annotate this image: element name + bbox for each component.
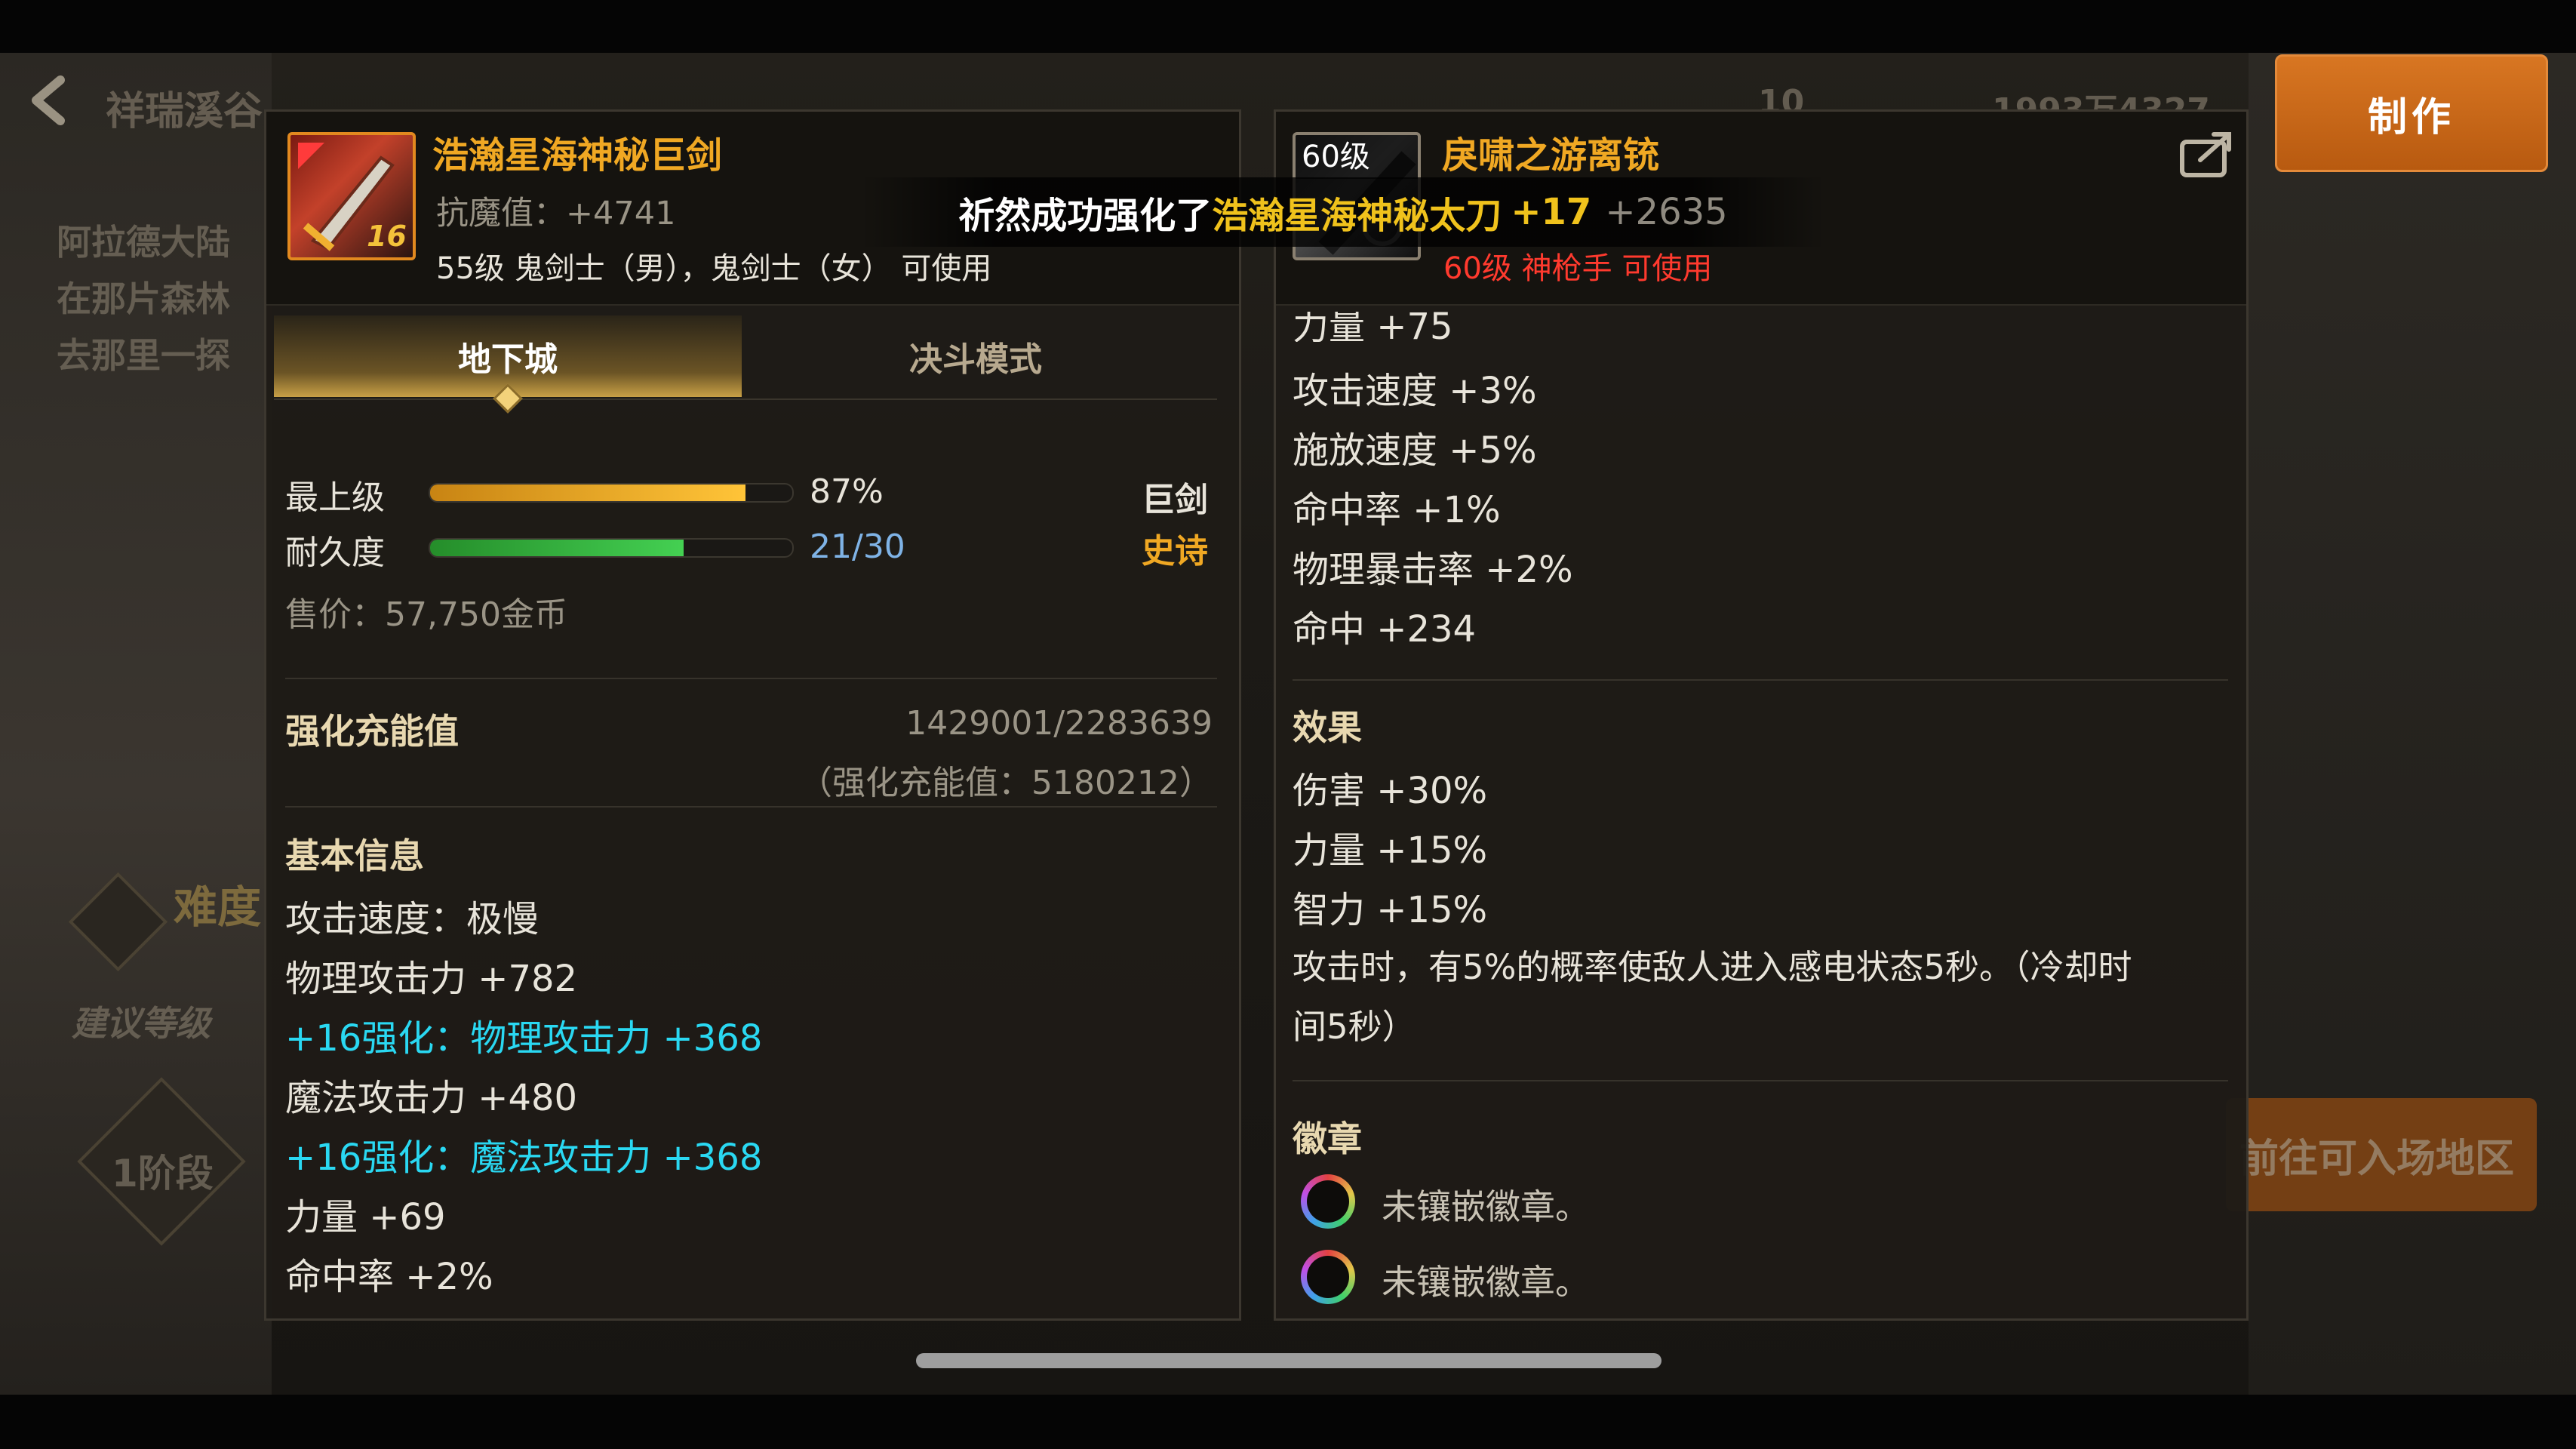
stat-line: 命中率 +2% [285, 1256, 493, 1298]
stat-line: 命中率 +1% [1293, 489, 1501, 531]
stat-line: 物理攻击力 +782 [285, 958, 578, 1000]
left-item-tooltip: 16 浩瀚星海神秘巨剑 抗魔值：+4741 55级 鬼剑士（男），鬼剑士（女） … [264, 109, 1241, 1321]
enhance-broadcast-toast: 祈然成功强化了 浩瀚星海神秘太刀 +17 +2635 [860, 177, 1826, 247]
emblem-slot-label: 未镶嵌徽章。 [1382, 1186, 1590, 1227]
back-arrow-icon[interactable] [23, 74, 75, 127]
make-button[interactable]: 制作 [2275, 54, 2548, 172]
toast-extra: +2635 [1605, 191, 1728, 233]
scene-description-line: 阿拉德大陆 [57, 222, 230, 263]
left-item-requirement: 55级 鬼剑士（男），鬼剑士（女） 可使用 [436, 251, 992, 286]
durability-label: 耐久度 [285, 534, 385, 572]
home-indicator[interactable] [916, 1353, 1661, 1368]
charge-label: 强化充能值 [285, 711, 459, 752]
right-item-name: 戾啸之游离铳 [1442, 134, 1660, 177]
tab-duel-mode[interactable]: 决斗模式 [742, 315, 1210, 397]
scene-description-line: 在那片森林 [57, 278, 230, 319]
durability-value: 21/30 [810, 528, 905, 566]
toast-prefix: 祈然成功强化了 [958, 195, 1213, 237]
charge-total: （强化充能值：5180212） [799, 764, 1213, 802]
rarity-label: 史诗 [1142, 532, 1208, 571]
grade-label: 最上级 [285, 478, 385, 517]
section-divider [285, 678, 1217, 679]
section-divider [285, 806, 1217, 808]
emblem-slot-label: 未镶嵌徽章。 [1382, 1262, 1590, 1303]
right-item-requirement: 60级 神枪手 可使用 [1443, 251, 1713, 286]
grade-progress-fill [430, 485, 745, 501]
anti-magic-value: 抗魔值：+4741 [436, 195, 676, 232]
mode-tabs: 地下城 决斗模式 [274, 315, 1217, 414]
durability-progress-bar [429, 538, 794, 558]
bottom-letterbox [0, 1395, 2576, 1449]
stat-line: 物理暴击率 +2% [1293, 549, 1573, 591]
toast-item-name: 浩瀚星海神秘太刀 [1212, 195, 1502, 237]
recommended-level-label: 建议等级 [72, 1003, 211, 1044]
basic-info-title: 基本信息 [285, 835, 424, 876]
grade-value: 87% [810, 472, 884, 511]
emblem-title: 徽章 [1293, 1118, 1362, 1159]
greatsword-item-icon: 16 [287, 132, 416, 260]
effect-description: 攻击时，有5%的概率使敌人进入感电状态5秒。（冷却时 [1293, 947, 2132, 987]
share-icon[interactable] [2178, 128, 2238, 181]
effect-line: 智力 +15% [1293, 889, 1488, 931]
grade-progress-bar [429, 483, 794, 503]
enhance-stat-line: +16强化：物理攻击力 +368 [285, 1017, 763, 1060]
top-letterbox [0, 0, 2576, 53]
durability-progress-fill [430, 540, 684, 556]
stat-line: 力量 +69 [285, 1196, 446, 1238]
travel-button[interactable]: 前往可入场地区 [2226, 1098, 2537, 1211]
stat-line: 魔法攻击力 +480 [285, 1077, 578, 1119]
enhance-stat-line: +16强化：魔法攻击力 +368 [285, 1137, 763, 1179]
stat-line: 命中 +234 [1293, 608, 1477, 651]
stat-line: 施放速度 +5% [1293, 429, 1537, 472]
effect-description: 间5秒） [1293, 1007, 1416, 1047]
enhance-level-badge: 16 [367, 220, 407, 253]
partial-stat-line: 力量 +75 [1293, 312, 1453, 342]
sell-price: 售价：57,750金币 [285, 595, 567, 634]
effect-line: 力量 +15% [1293, 829, 1488, 872]
effects-title: 效果 [1293, 707, 1362, 748]
emblem-socket-icon[interactable] [1301, 1174, 1355, 1229]
charge-value: 1429001/2283639 [905, 704, 1213, 743]
emblem-socket-icon[interactable] [1301, 1250, 1355, 1304]
right-item-tooltip: 60级 戾啸之游离铳 60级 神枪手 可使用 力量 +75 攻击速度 +3% 施… [1274, 109, 2249, 1321]
left-item-name: 浩瀚星海神秘巨剑 [432, 134, 723, 177]
section-divider [1293, 1080, 2228, 1081]
location-title: 祥瑞溪谷 [106, 89, 263, 134]
toast-level: +17 [1511, 191, 1592, 233]
weapon-type: 巨剑 [1142, 481, 1208, 519]
stat-line: 攻击速度：极慢 [285, 898, 539, 940]
effect-line: 伤害 +30% [1293, 770, 1488, 812]
section-divider [1293, 679, 2228, 681]
stat-line: 攻击速度 +3% [1293, 370, 1537, 412]
stage-label: 1阶段 [112, 1152, 214, 1195]
scene-description-line: 去那里一探 [57, 335, 230, 376]
difficulty-label: 难度 [174, 881, 262, 933]
level-tag: 60级 [1296, 135, 1418, 179]
